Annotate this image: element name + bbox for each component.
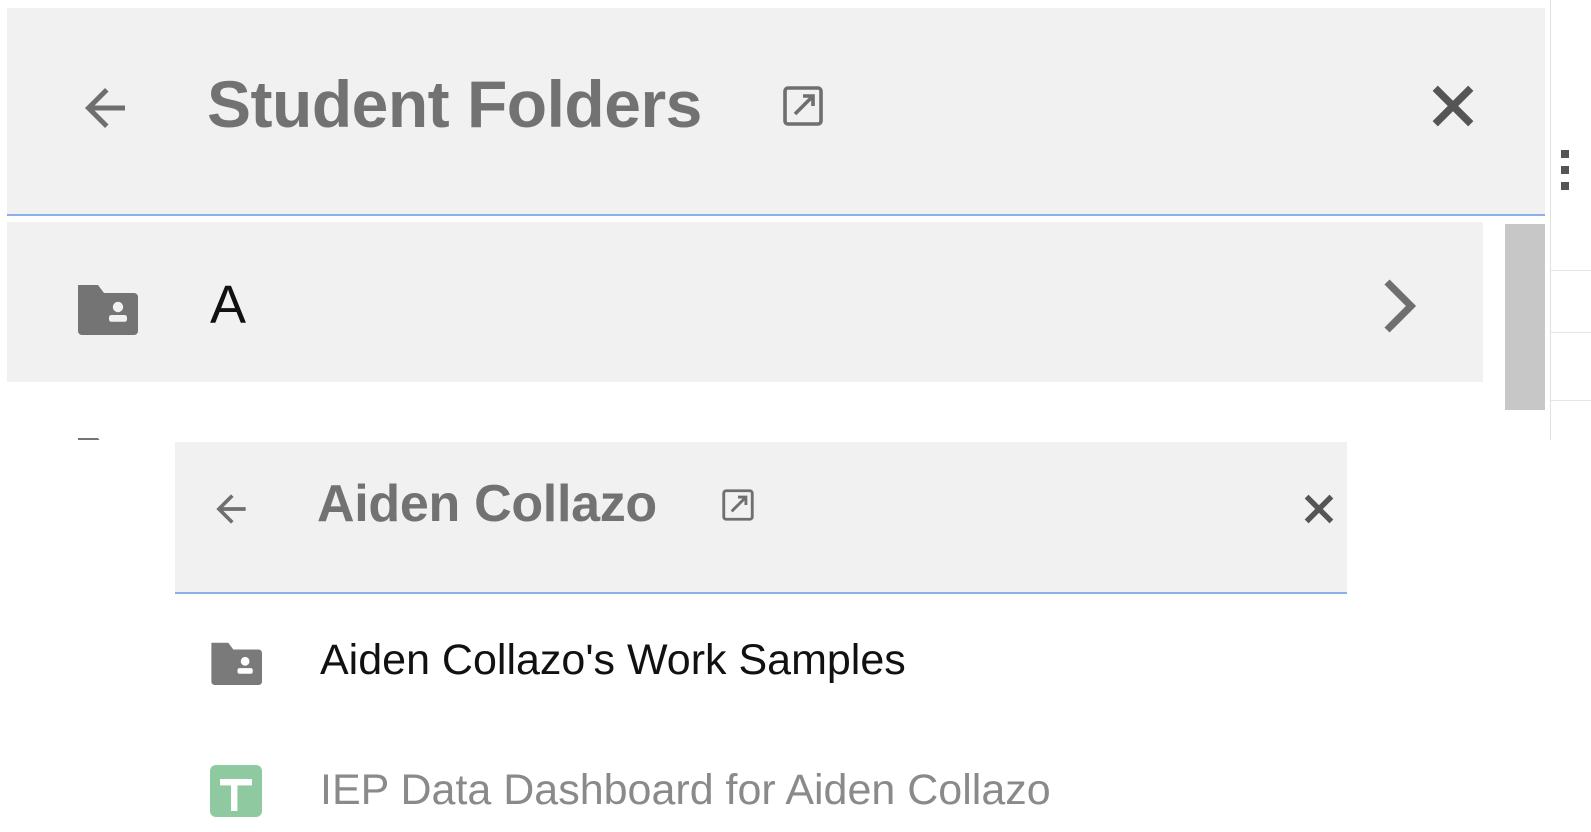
scrollbar-thumb[interactable] <box>1505 224 1545 410</box>
shared-folder-icon <box>78 438 100 440</box>
list-item-label: IEP Data Dashboard for Aiden Collazo <box>320 766 1051 814</box>
arrow-left-icon[interactable] <box>75 78 135 138</box>
shared-folder-icon <box>211 642 262 685</box>
close-icon[interactable] <box>1427 80 1479 132</box>
arrow-left-icon[interactable] <box>209 487 253 531</box>
open-in-new-icon[interactable] <box>719 486 757 524</box>
google-sheets-icon <box>210 765 262 817</box>
student-folders-panel: Student Folders A B <box>7 8 1545 440</box>
list-item-folder-b[interactable]: B <box>7 382 1483 440</box>
panel-header: Student Folders <box>7 8 1545 216</box>
student-panel: Aiden Collazo Aiden Collazo's Work Sampl… <box>175 442 1347 832</box>
panel-title: Aiden Collazo <box>317 475 657 533</box>
close-icon[interactable] <box>1301 491 1337 527</box>
list-item-label: Aiden Collazo's Work Samples <box>320 636 906 684</box>
shared-folder-icon <box>78 285 138 335</box>
list-item-label: B <box>210 428 246 440</box>
divider <box>1551 270 1591 271</box>
drag-handle-icon[interactable] <box>1561 150 1569 220</box>
list-item-iep-dashboard[interactable]: IEP Data Dashboard for Aiden Collazo <box>175 740 1347 832</box>
open-in-new-icon[interactable] <box>779 82 827 130</box>
panel-header: Aiden Collazo <box>175 442 1347 594</box>
chevron-right-icon[interactable] <box>1375 274 1423 338</box>
background-page-edge <box>1550 0 1591 440</box>
panel-title: Student Folders <box>207 67 702 141</box>
divider <box>1551 400 1591 401</box>
list-item-folder-a[interactable]: A <box>7 222 1483 382</box>
divider <box>1551 332 1591 333</box>
list-item-work-samples-folder[interactable]: Aiden Collazo's Work Samples <box>175 610 1347 710</box>
list-item-label: A <box>210 275 247 335</box>
